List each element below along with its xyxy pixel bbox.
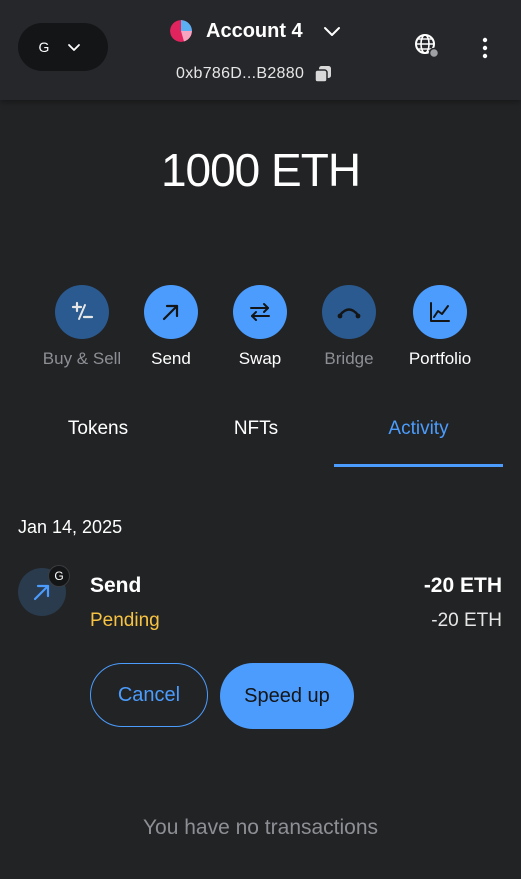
address-row: 0xb786D...B2880	[176, 62, 332, 86]
send-label: Send	[151, 349, 191, 368]
arrow-up-right-icon	[162, 304, 179, 321]
bridge-icon	[337, 308, 361, 319]
swap-circle	[233, 285, 287, 339]
swap-button[interactable]: Swap	[215, 285, 305, 369]
bridge-button[interactable]: Bridge	[304, 285, 394, 369]
account-avatar	[170, 20, 192, 42]
swap-arrows-icon	[250, 303, 270, 321]
buy-sell-circle	[55, 285, 109, 339]
chart-icon	[430, 302, 450, 322]
empty-state-text: You have no transactions	[142, 816, 379, 839]
bridge-circle	[322, 285, 376, 339]
transaction-amount-secondary: -20 ETH	[431, 610, 502, 631]
tab-bar: Tokens NFTs Activity	[0, 418, 521, 467]
portfolio-button[interactable]: Portfolio	[395, 285, 485, 369]
action-row: Buy & Sell Send Swap Bridge Portfolio	[0, 285, 521, 375]
send-button[interactable]: Send	[126, 285, 216, 369]
cancel-button[interactable]: Cancel	[90, 663, 208, 727]
top-bar: G Account 4 0xb786D...B2880	[0, 0, 521, 100]
tab-activity[interactable]: Activity	[334, 418, 503, 467]
transaction-icon: G	[18, 565, 72, 622]
activity-date: Jan 14, 2025	[18, 517, 123, 537]
network-avatar: G	[38, 39, 50, 55]
account-picker[interactable]: Account 4	[170, 16, 343, 46]
swap-label: Swap	[238, 349, 282, 368]
portfolio-label: Portfolio	[408, 349, 472, 368]
speed-up-button[interactable]: Speed up	[220, 663, 354, 729]
account-balance: 1000 ETH	[160, 144, 361, 196]
account-address: 0xb786D...B2880	[176, 65, 305, 82]
chevron-down-icon	[323, 27, 340, 36]
tab-tokens[interactable]: Tokens	[18, 418, 178, 464]
send-circle	[144, 285, 198, 339]
network-badge: G	[48, 565, 70, 587]
account-name: Account 4	[206, 19, 303, 42]
bridge-label: Bridge	[324, 349, 374, 368]
kebab-menu-icon[interactable]	[476, 36, 494, 60]
tab-nfts[interactable]: NFTs	[176, 418, 336, 464]
buy-sell-button[interactable]: Buy & Sell	[37, 285, 127, 369]
transaction-amount: -20 ETH	[423, 574, 502, 597]
copy-icon[interactable]	[314, 65, 332, 83]
buy-sell-label: Buy & Sell	[42, 349, 122, 368]
transaction-title[interactable]: Send	[90, 574, 141, 598]
chevron-down-icon	[68, 44, 80, 51]
network-selector[interactable]: G	[18, 23, 108, 71]
transaction-status: Pending	[90, 610, 160, 631]
portfolio-circle	[413, 285, 467, 339]
globe-connection-icon[interactable]	[414, 33, 440, 59]
plus-minus-icon	[71, 301, 94, 320]
